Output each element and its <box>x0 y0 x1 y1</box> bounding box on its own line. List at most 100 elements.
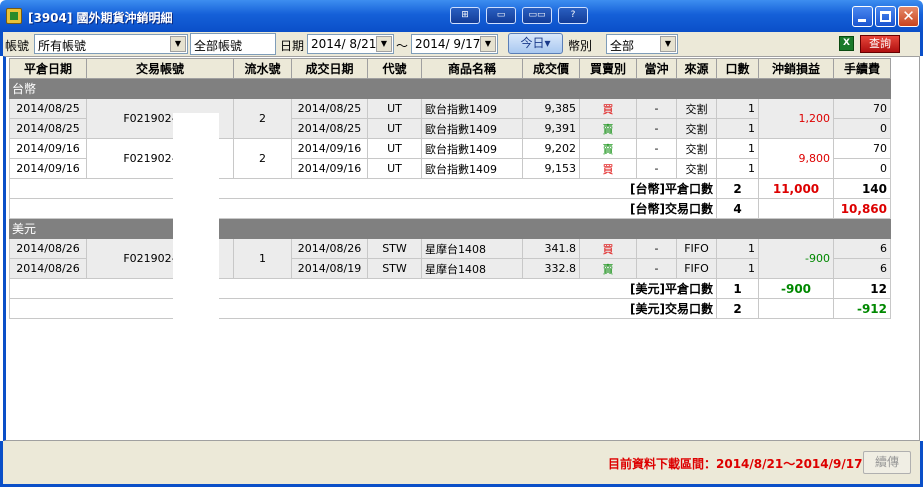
column-header[interactable]: 沖銷損益 <box>758 58 834 79</box>
date-from-picker[interactable]: 2014/ 8/21 ▼ <box>307 34 394 54</box>
split-window-icon[interactable]: ▭▭ <box>522 7 552 24</box>
group-header-row: 台幣 <box>9 78 891 99</box>
status-bar: 目前資料下載區間：2014/8/21～2014/9/17 續傳 <box>0 441 923 487</box>
maximize-button[interactable] <box>875 6 896 27</box>
daytrade-cell: - <box>636 158 677 179</box>
source-cell: FIFO <box>676 238 717 259</box>
continue-button[interactable]: 續傳 <box>863 451 911 474</box>
today-button[interactable]: 今日▾ <box>508 33 563 54</box>
trade-date-cell: 2014/09/16 <box>291 158 368 179</box>
currency-label: 幣別 <box>568 39 593 53</box>
price-cell: 332.8 <box>522 258 580 279</box>
side-cell: 賣 <box>579 138 637 159</box>
title-toolbar: ⊞ ▭ ▭▭ ? <box>450 7 588 24</box>
close-date-cell: 2014/08/26 <box>9 238 87 259</box>
daytrade-cell: - <box>636 238 677 259</box>
summary-pnl <box>758 198 834 219</box>
excel-export-icon[interactable]: X <box>839 36 854 51</box>
chevron-down-icon[interactable]: ▼ <box>170 36 186 52</box>
column-header[interactable]: 成交日期 <box>291 58 368 79</box>
product-cell: 歐台指數1409 <box>421 118 523 139</box>
column-header[interactable]: 來源 <box>676 58 717 79</box>
date-from-value: 2014/ 8/21 <box>311 37 377 51</box>
close-button[interactable]: ✕ <box>898 6 919 27</box>
summary-label: [美元]平倉口數 <box>9 278 717 299</box>
close-date-cell: 2014/09/16 <box>9 138 87 159</box>
summary-fee: -912 <box>833 298 891 319</box>
account-label: 帳號 <box>5 39 30 53</box>
side-cell: 賣 <box>579 258 637 279</box>
summary-fee: 12 <box>833 278 891 299</box>
fee-cell: 6 <box>833 258 891 279</box>
daytrade-cell: - <box>636 118 677 139</box>
pnl-cell: 9,800 <box>758 138 834 179</box>
window-icon[interactable]: ▭ <box>486 7 516 24</box>
code-cell: UT <box>367 138 422 159</box>
column-header[interactable]: 交易帳號 <box>86 58 234 79</box>
column-header[interactable]: 手續費 <box>833 58 891 79</box>
redacted-area <box>173 113 219 321</box>
help-icon[interactable]: ? <box>558 7 588 24</box>
source-cell: 交割 <box>676 138 717 159</box>
account-select[interactable]: 所有帳號 ▼ <box>34 34 188 54</box>
column-header[interactable]: 平倉日期 <box>9 58 87 79</box>
download-range-text: 目前資料下載區間：2014/8/21～2014/9/17 <box>608 457 863 471</box>
product-cell: 歐台指數1409 <box>421 138 523 159</box>
column-header[interactable]: 口數 <box>716 58 759 79</box>
table-row[interactable]: 2014/08/26 F021902-902 1 2014/08/26 STW 星摩台14… <box>9 238 891 279</box>
fee-cell: 6 <box>833 238 891 259</box>
window-title: [3904] 國外期貨沖銷明細 <box>28 11 173 25</box>
summary-label: [美元]交易口數 <box>9 298 717 319</box>
product-cell: 星摩台1408 <box>421 238 523 259</box>
minimize-icon <box>858 19 866 22</box>
column-header[interactable]: 當沖 <box>636 58 677 79</box>
source-cell: 交割 <box>676 118 717 139</box>
summary-qty: 2 <box>716 178 759 199</box>
fee-cell: 70 <box>833 138 891 159</box>
column-header[interactable]: 代號 <box>367 58 422 79</box>
code-cell: STW <box>367 238 422 259</box>
source-cell: 交割 <box>676 98 717 119</box>
filter-toolbar: 帳號 所有帳號 ▼ 全部帳號 日期 2014/ 8/21 ▼ ～ 2014/ 9… <box>0 32 923 56</box>
qty-cell: 1 <box>716 258 759 279</box>
qty-cell: 1 <box>716 158 759 179</box>
summary-qty: 4 <box>716 198 759 219</box>
window-controls: ✕ <box>852 6 919 27</box>
account-input[interactable]: 全部帳號 <box>190 33 276 55</box>
minimize-button[interactable] <box>852 6 873 27</box>
summary-pnl <box>758 298 834 319</box>
date-to-picker[interactable]: 2014/ 9/17 ▼ <box>411 34 498 54</box>
code-cell: UT <box>367 118 422 139</box>
code-cell: UT <box>367 158 422 179</box>
chevron-down-icon[interactable]: ▼ <box>376 36 392 52</box>
daytrade-cell: - <box>636 258 677 279</box>
qty-cell: 1 <box>716 118 759 139</box>
column-header[interactable]: 成交價 <box>522 58 580 79</box>
fee-cell: 70 <box>833 98 891 119</box>
column-header[interactable]: 買賣別 <box>579 58 637 79</box>
source-cell: FIFO <box>676 258 717 279</box>
trade-date-cell: 2014/08/25 <box>291 98 368 119</box>
daytrade-cell: - <box>636 98 677 119</box>
summary-qty: 2 <box>716 298 759 319</box>
summary-row: [美元]平倉口數 1 -900 12 <box>9 278 891 299</box>
serial-cell: 2 <box>233 138 292 179</box>
summary-qty: 1 <box>716 278 759 299</box>
maximize-icon <box>880 11 891 22</box>
column-header[interactable]: 流水號 <box>233 58 292 79</box>
currency-select[interactable]: 全部 ▼ <box>606 34 678 54</box>
chevron-down-icon[interactable]: ▼ <box>660 36 676 52</box>
group-name: 美元 <box>9 218 891 239</box>
table-row[interactable]: 2014/09/16 F021902-902 2 2014/09/16 UT 歐台指數14… <box>9 138 891 179</box>
table-row[interactable]: 2014/08/25 F021902-902 2 2014/08/25 UT 歐台指數14… <box>9 98 891 139</box>
product-cell: 歐台指數1409 <box>421 158 523 179</box>
column-header[interactable]: 商品名稱 <box>421 58 523 79</box>
trade-date-cell: 2014/09/16 <box>291 138 368 159</box>
chevron-down-icon[interactable]: ▼ <box>480 36 496 52</box>
source-cell: 交割 <box>676 158 717 179</box>
summary-row: [台幣]平倉口數 2 11,000 140 <box>9 178 891 199</box>
layout-grid-icon[interactable]: ⊞ <box>450 7 480 24</box>
qty-cell: 1 <box>716 98 759 119</box>
summary-row: [台幣]交易口數 4 10,860 <box>9 198 891 219</box>
query-button[interactable]: 查詢 <box>860 35 900 53</box>
